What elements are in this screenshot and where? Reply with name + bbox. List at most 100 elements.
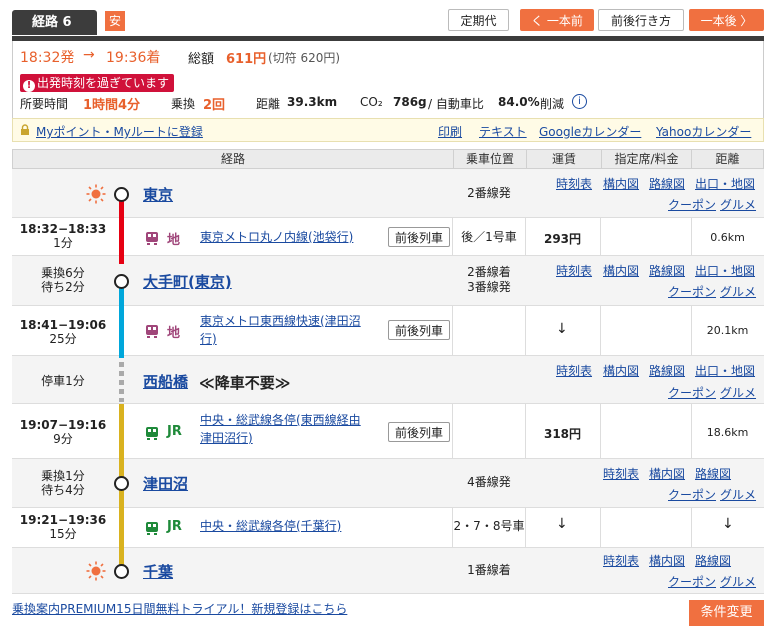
transfer-time: 乗換1分 待ち4分 — [41, 469, 85, 497]
distance-value: 39.3km — [287, 95, 338, 109]
info-icon[interactable]: i — [572, 94, 587, 109]
station-name[interactable]: 大手町(東京) — [143, 271, 232, 292]
exit-map-link[interactable]: 出口・地図 — [695, 262, 755, 279]
stop-time: 停車1分 — [41, 374, 85, 388]
line-map-link[interactable]: 路線図 — [649, 362, 685, 379]
next-train-button[interactable]: 一本後 〉 — [689, 9, 764, 31]
line-map-link[interactable]: 路線図 — [695, 552, 731, 569]
station-map-link[interactable]: 構内図 — [603, 262, 639, 279]
segment-distance: 0.6km — [710, 231, 745, 244]
route-tab[interactable]: 経路 6 — [12, 10, 97, 35]
station-name[interactable]: 津田沼 — [143, 473, 188, 494]
station-marker — [114, 187, 129, 202]
platform: 2番線発 — [467, 186, 511, 200]
line-name-link[interactable]: 中央・総武線各停(東西線経由 津田沼行) — [200, 411, 361, 447]
co2-suffix: 削減 — [540, 97, 565, 111]
segment-time: 19:07−19:16 9分 — [19, 418, 107, 446]
around-trains-button[interactable]: 前後列車 — [388, 320, 450, 340]
transfer-time: 乗換6分 待ち2分 — [41, 266, 85, 294]
station-map-link[interactable]: 構内図 — [649, 552, 685, 569]
coupon-link[interactable]: クーポン — [668, 384, 716, 401]
timetable-link[interactable]: 時刻表 — [603, 465, 639, 482]
total-label: 総額 — [188, 52, 215, 67]
around-routes-button[interactable]: 前後行き方 — [598, 9, 684, 31]
col-reserved: 指定席/料金 — [602, 150, 692, 168]
fare-continue-arrow: ↓ — [556, 516, 568, 532]
line-name-link[interactable]: 東京メトロ東西線快速(津田沼 行) — [200, 312, 361, 348]
sun-icon — [86, 184, 106, 204]
station-map-link[interactable]: 構内図 — [603, 362, 639, 379]
line-map-link[interactable]: 路線図 — [649, 175, 685, 192]
fare-value: 318円 — [543, 427, 582, 441]
arrival-time: 19:36着 — [106, 50, 161, 66]
gourmet-link[interactable]: グルメ — [720, 283, 756, 300]
text-link[interactable]: テキスト — [479, 123, 527, 140]
line-tozai — [119, 288, 124, 358]
gourmet-link[interactable]: グルメ — [720, 486, 756, 503]
coupon-link[interactable]: クーポン — [668, 283, 716, 300]
train-kind: 地 — [167, 326, 181, 341]
line-marunouchi — [119, 200, 124, 264]
platform: 4番線発 — [467, 475, 511, 489]
col-fare: 運賃 — [527, 150, 602, 168]
line-name-link[interactable]: 東京メトロ丸ノ内線(池袋行) — [200, 228, 353, 246]
boarding-position: 後／1号車 — [461, 230, 517, 244]
fare-continue-arrow: ↓ — [556, 321, 568, 337]
coupon-link[interactable]: クーポン — [668, 573, 716, 590]
col-position: 乗車位置 — [454, 150, 527, 168]
distance-continue-arrow: ↓ — [722, 516, 734, 532]
segment-row — [12, 508, 764, 548]
segment-distance: 18.6km — [706, 426, 749, 439]
line-name-link[interactable]: 中央・総武線各停(千葉行) — [200, 517, 341, 535]
transfer-label: 乗換 — [171, 97, 196, 111]
no-alight-note: ≪降車不要≫ — [199, 374, 291, 392]
duration-label: 所要時間 — [20, 97, 69, 111]
yahoo-calendar-link[interactable]: Yahooカレンダー — [656, 123, 751, 140]
timetable-link[interactable]: 時刻表 — [556, 175, 592, 192]
print-link[interactable]: 印刷 — [438, 123, 462, 140]
segment-time: 18:32−18:33 1分 — [19, 222, 107, 250]
ticket-fare: (切符 620円) — [268, 51, 341, 65]
myroute-link[interactable]: Myポイント・Myルートに登録 — [36, 123, 203, 140]
station-name[interactable]: 千葉 — [143, 561, 173, 582]
google-calendar-link[interactable]: Googleカレンダー — [539, 123, 641, 140]
table-header: 経路 乗車位置 運賃 指定席/料金 距離 — [12, 149, 764, 169]
train-icon — [146, 427, 158, 440]
platform: 2番線着 3番線発 — [467, 265, 511, 294]
timetable-link[interactable]: 時刻表 — [603, 552, 639, 569]
station-map-link[interactable]: 構内図 — [649, 465, 685, 482]
change-conditions-button[interactable]: 条件変更 — [689, 600, 764, 626]
teiki-button[interactable]: 定期代 — [448, 9, 509, 31]
station-name[interactable]: 東京 — [143, 184, 173, 205]
line-map-link[interactable]: 路線図 — [649, 262, 685, 279]
premium-trial-link[interactable]: 乗換案内PREMIUM15日間無料トライアル！新規登録はこちら — [12, 600, 347, 617]
gourmet-link[interactable]: グルメ — [720, 384, 756, 401]
around-trains-button[interactable]: 前後列車 — [388, 422, 450, 442]
segment-time: 19:21−19:36 15分 — [19, 513, 107, 541]
coupon-link[interactable]: クーポン — [668, 486, 716, 503]
train-kind: JR — [167, 519, 182, 534]
station-name[interactable]: 西船橋 — [143, 371, 188, 392]
exit-map-link[interactable]: 出口・地図 — [695, 175, 755, 192]
co2-label: CO₂ — [360, 95, 383, 109]
coupon-link[interactable]: クーポン — [668, 196, 716, 213]
gourmet-link[interactable]: グルメ — [720, 573, 756, 590]
prev-train-button[interactable]: く 一本前 — [520, 9, 594, 31]
around-trains-button[interactable]: 前後列車 — [388, 227, 450, 247]
gourmet-link[interactable]: グルメ — [720, 196, 756, 213]
segment-time: 18:41−19:06 25分 — [19, 318, 107, 346]
transfer-value: 2回 — [203, 98, 226, 113]
fare-value: 293円 — [543, 232, 582, 246]
train-icon — [146, 325, 158, 338]
line-sobu-1 — [119, 404, 124, 480]
col-distance: 距離 — [715, 152, 740, 166]
station-map-link[interactable]: 構内図 — [603, 175, 639, 192]
timetable-link[interactable]: 時刻表 — [556, 262, 592, 279]
safe-badge: 安 — [105, 11, 125, 31]
alert-icon: ! — [23, 80, 35, 92]
line-sobu-2 — [119, 488, 124, 568]
exit-map-link[interactable]: 出口・地図 — [695, 362, 755, 379]
timetable-link[interactable]: 時刻表 — [556, 362, 592, 379]
line-map-link[interactable]: 路線図 — [695, 465, 731, 482]
train-icon — [146, 232, 158, 245]
